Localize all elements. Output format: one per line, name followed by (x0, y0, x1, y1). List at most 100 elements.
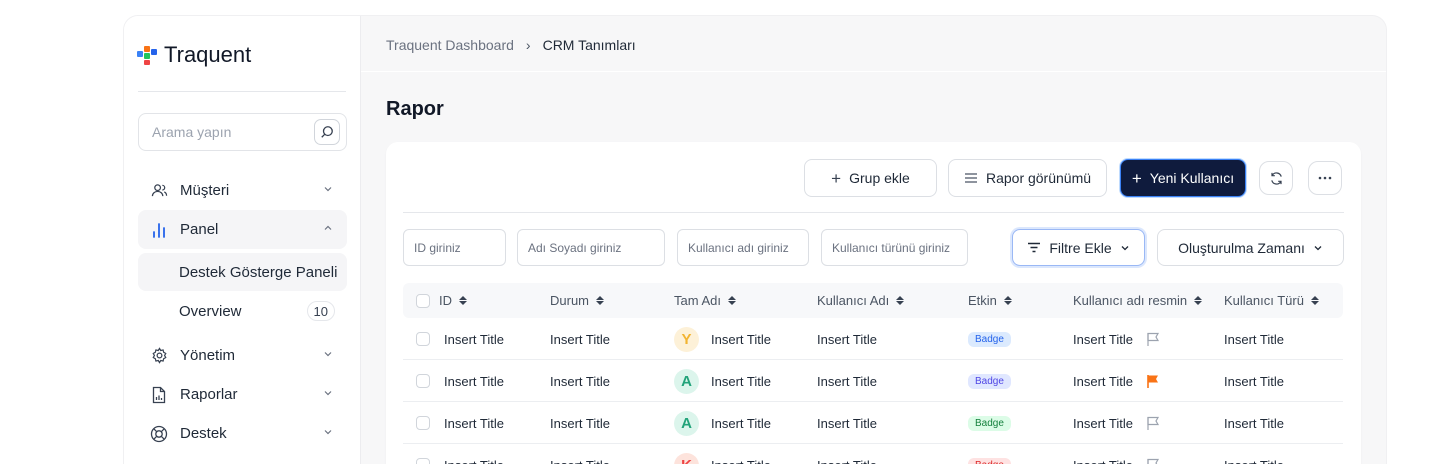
status-badge: Badge (968, 457, 1011, 464)
flag-icon[interactable] (1146, 458, 1160, 464)
sidebar-item-yonetim[interactable]: Yönetim (138, 336, 347, 375)
cell-user-type: Insert Title (1224, 444, 1284, 464)
add-group-button[interactable]: + Grup ekle (804, 159, 937, 197)
new-user-button[interactable]: + Yeni Kullanıcı (1120, 159, 1246, 197)
add-filter-button[interactable]: Filtre Ekle (1012, 229, 1145, 266)
traquent-logo-icon (137, 45, 157, 65)
row-checkbox[interactable] (416, 458, 430, 464)
brand-logo[interactable]: Traquent (137, 42, 251, 68)
sidebar-subitem-overview[interactable]: Overview 10 (138, 292, 347, 330)
column-label: Durum (550, 293, 590, 308)
sidebar-item-raporlar[interactable]: Raporlar (138, 375, 347, 414)
cell-active: Badge (968, 444, 1011, 464)
column-label: Kullanıcı Türü (1224, 293, 1304, 308)
cell-full-name: Y Insert Title (674, 318, 771, 360)
sidebar-nav: Müşteri Panel Destek Gösterge Paneli Ove… (138, 171, 347, 453)
cell-image: Insert Title (1073, 360, 1160, 402)
cell-active: Badge (968, 318, 1011, 360)
row-checkbox-wrap (416, 444, 430, 464)
sidebar-item-musteri[interactable]: Müşteri (138, 171, 347, 210)
image-text: Insert Title (1073, 458, 1133, 464)
brand-name: Traquent (164, 42, 252, 67)
chevron-down-icon (324, 352, 332, 357)
sort-by-dropdown[interactable]: Oluşturulma Zamanı (1157, 229, 1344, 266)
select-all-checkbox[interactable] (416, 293, 430, 308)
table-row[interactable]: Insert Title Insert Title K Insert Title Ins… (403, 444, 1343, 464)
breadcrumb-link[interactable]: Traquent Dashboard (386, 37, 514, 53)
full-name-input[interactable] (528, 240, 664, 255)
chevron-down-icon (324, 430, 332, 435)
plus-icon: + (831, 168, 842, 188)
avatar: A (674, 410, 699, 436)
more-horizontal-icon (1318, 176, 1332, 180)
add-filter-label: Filtre Ekle (1049, 239, 1112, 256)
row-checkbox[interactable] (416, 332, 430, 346)
cell-active: Badge (968, 402, 1011, 444)
row-checkbox-wrap (416, 360, 430, 402)
username-input[interactable] (688, 240, 808, 255)
chevron-up-icon (324, 225, 332, 230)
full-name-text: Insert Title (711, 373, 771, 389)
column-header-kullanici-adi[interactable]: Kullanıcı Adı (817, 283, 905, 318)
cell-full-name: A Insert Title (674, 402, 771, 444)
plus-icon: + (1131, 168, 1142, 188)
more-options-button[interactable] (1308, 161, 1342, 195)
toolbar-divider (403, 212, 1344, 213)
full-name-text: Insert Title (711, 458, 771, 464)
cell-user-type: Insert Title (1224, 373, 1284, 389)
row-checkbox[interactable] (416, 374, 430, 388)
column-header-id[interactable]: ID (439, 283, 467, 318)
sidebar-item-label: Raporlar (180, 386, 238, 403)
cell-image: Insert Title (1073, 318, 1160, 360)
sidebar-item-label: Müşteri (180, 182, 230, 199)
column-header-kullanici-turu[interactable]: Kullanıcı Türü (1224, 283, 1319, 318)
cell-username: Insert Title (817, 331, 877, 347)
report-card: + Grup ekle Rapor görünümü + Yeni Kullan… (386, 142, 1361, 464)
bar-chart-icon (150, 221, 168, 239)
flag-icon[interactable] (1146, 374, 1160, 389)
sidebar-item-panel[interactable]: Panel (138, 210, 347, 249)
refresh-button[interactable] (1259, 161, 1293, 195)
status-badge: Badge (968, 331, 1011, 347)
table-row[interactable]: Insert Title Insert Title A Insert Title Ins… (403, 402, 1343, 444)
image-text: Insert Title (1073, 331, 1133, 347)
refresh-icon (1270, 171, 1282, 185)
sidebar-item-destek[interactable]: Destek (138, 414, 347, 453)
id-input[interactable] (414, 240, 505, 255)
search-button[interactable] (314, 119, 340, 145)
report-view-button[interactable]: Rapor görünümü (948, 159, 1107, 197)
flag-icon[interactable] (1146, 332, 1160, 347)
table-row[interactable]: Insert Title Insert Title Y Insert Title Ins… (403, 318, 1343, 360)
chevron-down-icon (1121, 245, 1129, 250)
sidebar: Traquent Müşteri Panel (124, 16, 361, 464)
new-user-label: Yeni Kullanıcı (1149, 170, 1235, 186)
cell-username: Insert Title (817, 444, 877, 464)
sidebar-subitem-label: Destek Gösterge Paneli (179, 263, 338, 281)
breadcrumb-separator: › (525, 37, 531, 53)
sidebar-subitem-destek-gosterge-paneli[interactable]: Destek Gösterge Paneli (138, 253, 347, 291)
column-header-kullanici-adi-resmin[interactable]: Kullanıcı adı resmin (1073, 283, 1203, 318)
column-label: Tam Adı (674, 293, 721, 308)
flag-icon[interactable] (1146, 416, 1160, 431)
column-label: Etkin (968, 293, 997, 308)
column-header-etkin[interactable]: Etkin (968, 283, 1012, 318)
table-row[interactable]: Insert Title Insert Title A Insert Title Ins… (403, 360, 1343, 402)
row-checkbox-wrap (416, 318, 430, 360)
usertype-input[interactable] (832, 240, 967, 255)
avatar: A (674, 368, 699, 394)
cell-id: Insert Title (444, 415, 504, 431)
sort-icon (1310, 296, 1319, 305)
image-text: Insert Title (1073, 373, 1133, 389)
cell-image: Insert Title (1073, 444, 1160, 464)
column-header-durum[interactable]: Durum (550, 283, 605, 318)
cell-status: Insert Title (550, 415, 610, 431)
search-icon (321, 126, 333, 138)
sort-by-label: Oluşturulma Zamanı (1178, 239, 1305, 256)
search-input[interactable] (152, 124, 302, 140)
list-icon (964, 173, 977, 183)
column-header-tam-adi[interactable]: Tam Adı (674, 283, 736, 318)
cell-username: Insert Title (817, 415, 877, 431)
full-name-text: Insert Title (711, 331, 771, 347)
sort-icon (596, 296, 605, 305)
row-checkbox[interactable] (416, 416, 430, 430)
